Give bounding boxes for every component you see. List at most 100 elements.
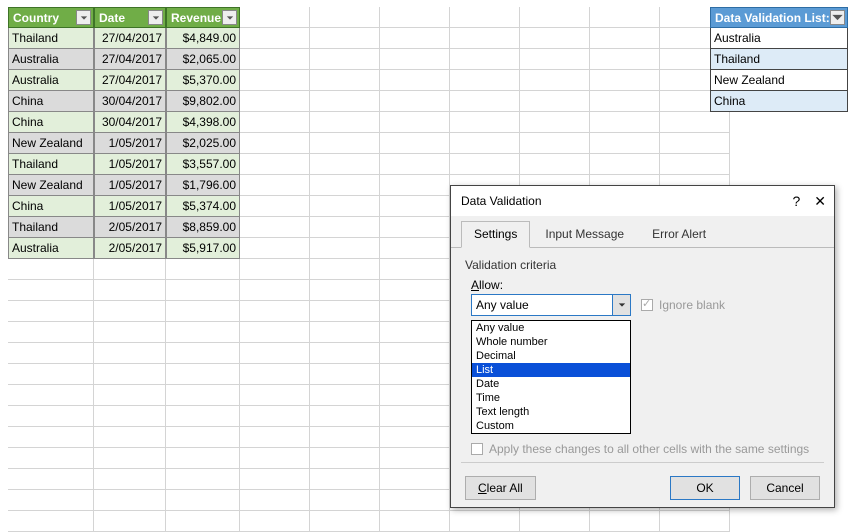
empty-cell[interactable] bbox=[94, 385, 166, 406]
empty-cell[interactable] bbox=[166, 406, 240, 427]
empty-cell[interactable] bbox=[166, 427, 240, 448]
empty-cell[interactable] bbox=[520, 133, 590, 154]
empty-cell[interactable] bbox=[240, 406, 310, 427]
empty-cell[interactable] bbox=[94, 406, 166, 427]
empty-cell[interactable] bbox=[380, 196, 450, 217]
country-cell[interactable]: Thailand bbox=[8, 217, 94, 238]
empty-cell[interactable] bbox=[310, 448, 380, 469]
empty-cell[interactable] bbox=[310, 238, 380, 259]
table-header[interactable]: Date bbox=[94, 7, 166, 28]
empty-cell[interactable] bbox=[240, 490, 310, 511]
table-header[interactable]: Revenue bbox=[166, 7, 240, 28]
empty-cell[interactable] bbox=[660, 112, 730, 133]
validation-list-item[interactable]: New Zealand bbox=[710, 70, 848, 91]
empty-cell[interactable] bbox=[8, 280, 94, 301]
empty-cell[interactable] bbox=[590, 154, 660, 175]
empty-cell[interactable] bbox=[240, 385, 310, 406]
empty-cell[interactable] bbox=[310, 469, 380, 490]
empty-cell[interactable] bbox=[520, 7, 590, 28]
filter-dropdown-icon[interactable] bbox=[148, 10, 163, 25]
empty-cell[interactable] bbox=[520, 511, 590, 532]
date-cell[interactable]: 1/05/2017 bbox=[94, 175, 166, 196]
empty-cell[interactable] bbox=[590, 28, 660, 49]
empty-cell[interactable] bbox=[8, 364, 94, 385]
empty-cell[interactable] bbox=[240, 28, 310, 49]
empty-cell[interactable] bbox=[8, 448, 94, 469]
allow-option[interactable]: Date bbox=[472, 377, 630, 391]
empty-cell[interactable] bbox=[240, 322, 310, 343]
empty-cell[interactable] bbox=[166, 343, 240, 364]
empty-cell[interactable] bbox=[240, 175, 310, 196]
empty-cell[interactable] bbox=[380, 511, 450, 532]
empty-cell[interactable] bbox=[590, 112, 660, 133]
empty-cell[interactable] bbox=[310, 70, 380, 91]
empty-cell[interactable] bbox=[590, 70, 660, 91]
empty-cell[interactable] bbox=[94, 364, 166, 385]
empty-cell[interactable] bbox=[310, 427, 380, 448]
validation-list-item[interactable]: China bbox=[710, 91, 848, 112]
empty-cell[interactable] bbox=[8, 301, 94, 322]
empty-cell[interactable] bbox=[380, 238, 450, 259]
date-cell[interactable]: 2/05/2017 bbox=[94, 217, 166, 238]
empty-cell[interactable] bbox=[8, 322, 94, 343]
chevron-down-icon[interactable] bbox=[612, 295, 630, 315]
date-cell[interactable]: 27/04/2017 bbox=[94, 49, 166, 70]
empty-cell[interactable] bbox=[166, 469, 240, 490]
empty-cell[interactable] bbox=[380, 280, 450, 301]
country-cell[interactable]: Australia bbox=[8, 49, 94, 70]
empty-cell[interactable] bbox=[450, 154, 520, 175]
empty-cell[interactable] bbox=[520, 112, 590, 133]
empty-cell[interactable] bbox=[310, 217, 380, 238]
country-cell[interactable]: China bbox=[8, 112, 94, 133]
empty-cell[interactable] bbox=[166, 511, 240, 532]
country-cell[interactable]: Thailand bbox=[8, 154, 94, 175]
empty-cell[interactable] bbox=[240, 49, 310, 70]
allow-option[interactable]: Time bbox=[472, 391, 630, 405]
allow-combobox[interactable]: Any value bbox=[471, 294, 631, 316]
allow-option[interactable]: Any value bbox=[472, 321, 630, 335]
empty-cell[interactable] bbox=[310, 322, 380, 343]
filter-dropdown-icon[interactable] bbox=[76, 10, 91, 25]
empty-cell[interactable] bbox=[590, 91, 660, 112]
empty-cell[interactable] bbox=[380, 385, 450, 406]
empty-cell[interactable] bbox=[380, 7, 450, 28]
revenue-cell[interactable]: $3,557.00 bbox=[166, 154, 240, 175]
empty-cell[interactable] bbox=[310, 112, 380, 133]
empty-cell[interactable] bbox=[380, 448, 450, 469]
revenue-cell[interactable]: $1,796.00 bbox=[166, 175, 240, 196]
country-cell[interactable]: China bbox=[8, 91, 94, 112]
allow-dropdown-list[interactable]: Any valueWhole numberDecimalListDateTime… bbox=[471, 320, 631, 434]
validation-list-item[interactable]: Australia bbox=[710, 28, 848, 49]
empty-cell[interactable] bbox=[94, 301, 166, 322]
empty-cell[interactable] bbox=[94, 322, 166, 343]
empty-cell[interactable] bbox=[166, 322, 240, 343]
empty-cell[interactable] bbox=[166, 280, 240, 301]
help-button[interactable]: ? bbox=[792, 193, 800, 209]
empty-cell[interactable] bbox=[240, 259, 310, 280]
validation-list-item[interactable]: Thailand bbox=[710, 49, 848, 70]
empty-cell[interactable] bbox=[380, 364, 450, 385]
empty-cell[interactable] bbox=[380, 49, 450, 70]
empty-cell[interactable] bbox=[310, 133, 380, 154]
validation-list-header[interactable]: Data Validation List: bbox=[710, 7, 848, 28]
empty-cell[interactable] bbox=[240, 280, 310, 301]
empty-cell[interactable] bbox=[310, 7, 380, 28]
empty-cell[interactable] bbox=[450, 91, 520, 112]
empty-cell[interactable] bbox=[94, 343, 166, 364]
revenue-cell[interactable]: $4,849.00 bbox=[166, 28, 240, 49]
empty-cell[interactable] bbox=[8, 511, 94, 532]
empty-cell[interactable] bbox=[310, 406, 380, 427]
date-cell[interactable]: 2/05/2017 bbox=[94, 238, 166, 259]
empty-cell[interactable] bbox=[520, 28, 590, 49]
empty-cell[interactable] bbox=[8, 469, 94, 490]
filter-dropdown-icon[interactable] bbox=[222, 10, 237, 25]
empty-cell[interactable] bbox=[380, 28, 450, 49]
empty-cell[interactable] bbox=[380, 133, 450, 154]
close-button[interactable]: ✕ bbox=[814, 193, 826, 210]
cancel-button[interactable]: Cancel bbox=[750, 476, 820, 500]
empty-cell[interactable] bbox=[94, 448, 166, 469]
country-cell[interactable]: New Zealand bbox=[8, 133, 94, 154]
empty-cell[interactable] bbox=[8, 427, 94, 448]
empty-cell[interactable] bbox=[310, 385, 380, 406]
empty-cell[interactable] bbox=[660, 133, 730, 154]
